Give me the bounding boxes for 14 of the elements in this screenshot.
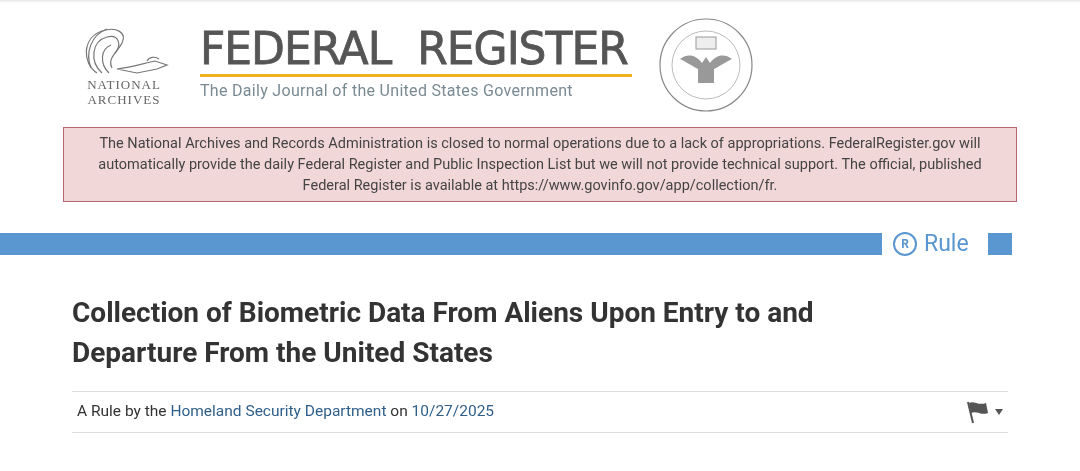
date-link[interactable]: 10/27/2025 bbox=[411, 402, 495, 421]
document-type: Rule bbox=[924, 231, 969, 257]
logo-text: NATIONAL bbox=[87, 77, 161, 92]
document-title: Collection of Biometric Data From Aliens Upon Entry to and Departure From the United States bbox=[72, 295, 815, 371]
agency-link[interactable]: Homeland Security Department bbox=[170, 402, 387, 421]
closure-notice-text: The National Archives and Records Administration is closed to normal operations due to a lack of appropriations. FederalRegister.gov will automatically provide the daily Federal Register and Public Inspection List but we will not provide technical support. The official, published Federal Register is available at https://www.govinfo.gov/app/collection/fr. bbox=[97, 134, 983, 196]
seal-icon bbox=[658, 17, 754, 113]
flag-menu-button[interactable] bbox=[964, 400, 1003, 424]
logo-text: ARCHIVES bbox=[87, 92, 161, 107]
section-bar-end bbox=[988, 233, 1012, 255]
site-title[interactable]: FEDERAL REGISTER bbox=[200, 27, 632, 71]
byline: A Rule by the Homeland Security Department on 10/27/2025 bbox=[77, 401, 495, 423]
site-subtitle: The Daily Journal of the United States Government bbox=[200, 80, 574, 102]
caret-icon bbox=[995, 409, 1003, 415]
